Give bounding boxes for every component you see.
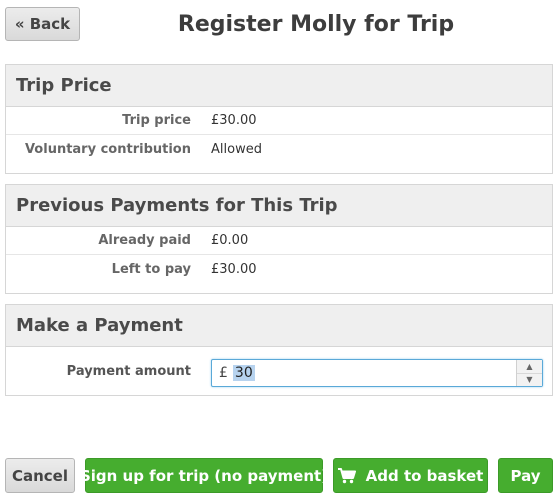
make-payment-heading: Make a Payment [6, 305, 552, 347]
page-title: Register Molly for Trip [177, 11, 455, 37]
back-button[interactable]: « Back [5, 7, 80, 41]
voluntary-contribution-value: Allowed [211, 141, 262, 157]
trip-price-row: Trip price £30.00 [6, 107, 552, 135]
voluntary-contribution-row: Voluntary contribution Allowed [6, 135, 552, 163]
previous-payments-panel: Previous Payments for This Trip Already … [5, 184, 553, 294]
pay-button[interactable]: Pay [498, 458, 553, 493]
amount-stepper[interactable]: ▲ ▼ [516, 360, 542, 386]
trip-price-panel: Trip Price Trip price £30.00 Voluntary c… [5, 64, 553, 174]
left-to-pay-label: Left to pay [111, 261, 191, 277]
make-payment-panel: Make a Payment Payment amount £ 30 ▲ ▼ [5, 304, 553, 396]
register-trip-page: « Back Register Molly for Trip Trip Pric… [0, 0, 558, 499]
chevron-down-icon[interactable]: ▼ [517, 374, 542, 387]
trip-price-label: Trip price [122, 113, 191, 128]
previous-payments-heading: Previous Payments for This Trip [6, 185, 552, 227]
already-paid-value: £0.00 [211, 233, 249, 248]
add-to-basket-button[interactable]: Add to basket [333, 458, 488, 493]
left-to-pay-row: Left to pay £30.00 [6, 255, 552, 283]
voluntary-contribution-label: Voluntary contribution [24, 141, 191, 157]
left-to-pay-value: £30.00 [211, 261, 257, 277]
chevron-up-icon[interactable]: ▲ [517, 360, 542, 374]
payment-amount-value: 30 [232, 365, 255, 381]
shopping-cart-icon [337, 467, 356, 484]
payment-amount-input[interactable]: 30 [232, 362, 503, 384]
trip-price-value: £30.00 [211, 113, 257, 128]
cancel-button[interactable]: Cancel [5, 458, 75, 493]
payment-amount-label: Payment amount [66, 363, 191, 379]
trip-price-heading: Trip Price [6, 65, 552, 107]
already-paid-label: Already paid [98, 233, 191, 248]
add-to-basket-label: Add to basket [365, 466, 484, 485]
payment-amount-field[interactable]: £ 30 ▲ ▼ [211, 359, 543, 387]
already-paid-row: Already paid £0.00 [6, 227, 552, 255]
sign-up-no-payment-button[interactable]: Sign up for trip (no payment) [80, 458, 328, 493]
currency-symbol: £ [219, 365, 228, 381]
